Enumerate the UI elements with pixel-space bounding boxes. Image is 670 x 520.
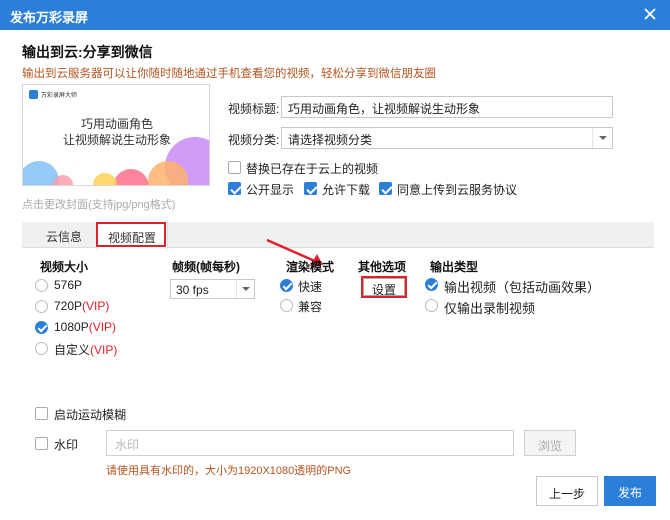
size-720p-radio[interactable] xyxy=(35,300,48,313)
public-checkbox[interactable] xyxy=(228,182,241,195)
replace-checkbox[interactable] xyxy=(228,161,241,174)
size-custom-label: 自定义(VIP) xyxy=(54,343,118,357)
vip-tag: (VIP) xyxy=(90,343,118,357)
render-mode-header: 渲染模式 xyxy=(286,260,335,274)
agree-checkbox[interactable] xyxy=(379,182,392,195)
output-recording-only-radio[interactable] xyxy=(425,299,438,312)
cover-hint[interactable]: 点击更改封面(支持jpg/png格式) xyxy=(22,196,175,212)
vip-tag: (VIP) xyxy=(82,299,110,313)
video-size-header: 视频大小 xyxy=(40,260,89,274)
size-720p-label: 720P(VIP) xyxy=(54,299,110,313)
title-input[interactable]: 巧用动画角色，让视频解说生动形象 xyxy=(281,96,613,118)
motion-blur-checkbox[interactable] xyxy=(35,407,48,420)
cover-line1: 巧用动画角色 xyxy=(80,117,153,131)
output-full-radio[interactable] xyxy=(425,278,438,291)
render-compatible-radio[interactable] xyxy=(280,299,293,312)
window-title: 发布万彩录屏 xyxy=(10,10,89,25)
page-subtitle: 输出到云服务器可以让你随时随地通过手机查看您的视频，轻松分享到微信朋友圈 xyxy=(22,68,436,80)
output-full-label: 输出视频（包括动画效果） xyxy=(444,280,601,295)
page-title: 输出到云:分享到微信 xyxy=(22,44,153,60)
render-compatible-label: 兼容 xyxy=(298,300,323,314)
size-576p-radio[interactable] xyxy=(35,279,48,292)
public-label: 公开显示 xyxy=(246,183,295,197)
watermark-checkbox[interactable] xyxy=(35,437,48,450)
watermark-input[interactable]: 水印 xyxy=(106,430,514,456)
browse-button[interactable]: 浏览 xyxy=(524,430,576,456)
agree-label: 同意上传到云服务协议 xyxy=(397,183,518,197)
vip-tag: (VIP) xyxy=(88,320,117,334)
close-icon[interactable] xyxy=(640,4,660,24)
render-fast-label: 快速 xyxy=(298,280,323,294)
category-label: 视频分类: xyxy=(228,133,280,147)
previous-step-button[interactable]: 上一步 xyxy=(536,476,598,506)
allow-download-label: 允许下载 xyxy=(322,183,371,197)
watermark-label: 水印 xyxy=(54,438,79,452)
cover-logo-text: 万彩录屏大师 xyxy=(41,93,78,99)
highlight-box-settings xyxy=(361,276,407,298)
output-recording-only-label: 仅输出录制视频 xyxy=(444,301,536,316)
window-titlebar: 发布万彩录屏 xyxy=(0,0,670,30)
size-576p-label: 576P xyxy=(54,278,83,292)
category-value: 请选择视频分类 xyxy=(288,133,373,147)
allow-download-checkbox[interactable] xyxy=(304,182,317,195)
replace-label: 替换已存在于云上的视频 xyxy=(246,162,379,176)
render-fast-radio[interactable] xyxy=(280,279,293,292)
framerate-select[interactable]: 30 fps xyxy=(170,279,255,299)
framerate-value: 30 fps xyxy=(176,283,209,297)
output-type-header: 输出类型 xyxy=(430,260,479,274)
chevron-down-icon[interactable] xyxy=(236,280,254,298)
chevron-down-icon[interactable] xyxy=(592,128,612,148)
title-label: 视频标题: xyxy=(228,102,280,116)
category-select[interactable]: 请选择视频分类 xyxy=(281,127,613,149)
watermark-note: 请使用具有水印的，大小为1920X1080透明的PNG xyxy=(106,465,352,477)
cover-thumbnail[interactable]: 万彩录屏大师 巧用动画角色 让视频解说生动形象 xyxy=(22,84,210,186)
size-1080p-label: 1080P(VIP) xyxy=(54,320,117,334)
framerate-header: 帧频(帧每秒) xyxy=(172,260,240,274)
size-custom-radio[interactable] xyxy=(35,342,48,355)
publish-button[interactable]: 发布 xyxy=(604,476,656,506)
cover-line2: 让视频解说生动形象 xyxy=(62,133,171,147)
other-options-header: 其他选项 xyxy=(358,260,407,274)
size-1080p-radio[interactable] xyxy=(35,321,48,334)
motion-blur-label: 启动运动模糊 xyxy=(54,408,127,422)
highlight-box-tab xyxy=(96,222,166,247)
tab-cloud-info[interactable]: 云信息 xyxy=(32,222,96,248)
